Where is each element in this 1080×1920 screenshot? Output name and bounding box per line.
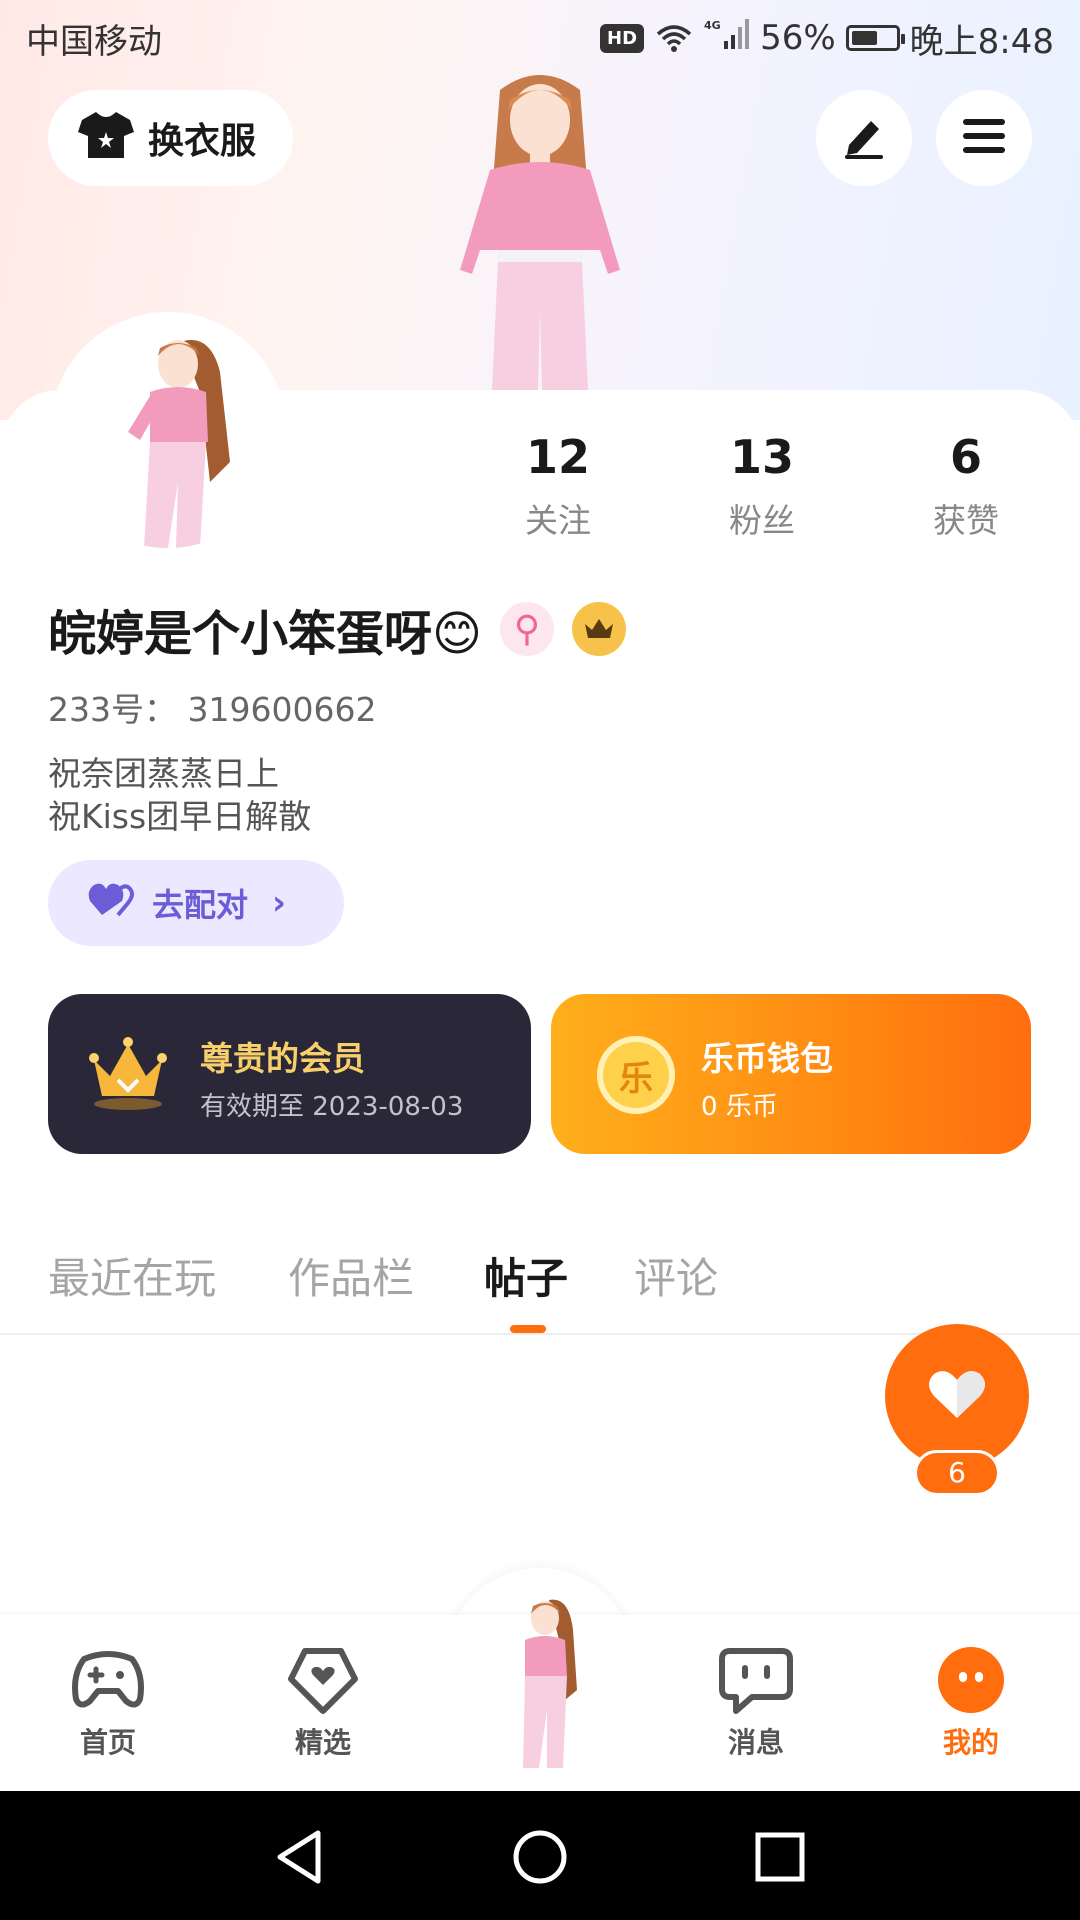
following-label: 关注	[525, 501, 591, 540]
following-stat[interactable]: 12 关注	[478, 430, 638, 542]
double-heart-icon	[88, 879, 136, 927]
system-navigation-bar	[0, 1791, 1080, 1920]
nav-messages[interactable]: 消息	[696, 1645, 816, 1761]
tab-posts[interactable]: 帖子	[484, 1245, 568, 1306]
content-tabs: 最近在玩 作品栏 帖子 评论	[0, 1245, 1080, 1335]
active-tab-indicator	[510, 1325, 546, 1333]
nav-home-label: 首页	[79, 1726, 136, 1759]
followers-stat[interactable]: 13 粉丝	[682, 430, 842, 542]
wifi-icon	[654, 23, 694, 53]
like-count-badge: 6	[914, 1450, 1000, 1496]
bio-line: 祝Kiss团早日解散	[48, 797, 312, 836]
followers-count: 13	[729, 430, 794, 484]
likes-count: 6	[949, 430, 982, 484]
nickname-row: 皖婷是个小笨蛋呀😊 ⚲	[48, 594, 627, 664]
coin-wallet-card[interactable]: 乐 乐币钱包 0 乐币	[551, 994, 1031, 1154]
svg-text:4G: 4G	[704, 19, 721, 32]
vip-crown-icon[interactable]	[572, 602, 627, 656]
user-avatar[interactable]	[50, 312, 286, 548]
nav-mine[interactable]: 我的	[911, 1645, 1031, 1761]
tab-works[interactable]: 作品栏	[288, 1245, 414, 1306]
recents-icon[interactable]	[750, 1827, 810, 1887]
profile-face-icon	[933, 1647, 1009, 1719]
likes-label: 获赞	[933, 501, 999, 540]
tab-recently-played[interactable]: 最近在玩	[48, 1245, 216, 1306]
chat-bubble-icon	[718, 1648, 794, 1719]
menu-button[interactable]	[936, 90, 1032, 186]
pen-icon	[839, 111, 889, 165]
change-outfit-label: 换衣服	[148, 121, 257, 162]
wallet-balance: 0 乐币	[701, 1092, 778, 1122]
edit-profile-button[interactable]	[816, 90, 912, 186]
heart-icon	[928, 1368, 986, 1424]
home-icon[interactable]	[510, 1827, 570, 1887]
bio: 祝奈团蒸蒸日上 祝Kiss团早日解散	[48, 752, 311, 838]
vip-expiry: 有效期至 2023-08-03	[200, 1092, 464, 1122]
nav-messages-label: 消息	[727, 1726, 784, 1759]
heart-shield-icon	[285, 1648, 361, 1719]
chevron-right-icon: ›	[272, 883, 287, 923]
hamburger-menu-icon	[959, 111, 1009, 165]
gamepad-icon	[70, 1651, 146, 1719]
carrier-name: 中国移动	[26, 21, 162, 62]
female-gender-icon: ⚲	[500, 602, 555, 656]
likes-stat[interactable]: 6 获赞	[886, 430, 1046, 542]
user-id: 233号： 319600662	[48, 690, 377, 729]
bio-line: 祝奈团蒸蒸日上	[48, 754, 279, 793]
following-count: 12	[525, 430, 590, 484]
nav-mine-label: 我的	[942, 1726, 999, 1759]
back-icon[interactable]	[270, 1827, 330, 1887]
vip-title: 尊贵的会员	[200, 1039, 365, 1078]
like-fab-button[interactable]	[885, 1324, 1029, 1468]
gold-crown-icon	[88, 1036, 168, 1112]
tshirt-icon	[78, 108, 134, 169]
vip-membership-card[interactable]: 尊贵的会员 有效期至 2023-08-03	[48, 994, 531, 1154]
tab-comments[interactable]: 评论	[634, 1245, 718, 1306]
nav-featured-label: 精选	[294, 1726, 351, 1759]
clock: 晚上8:48	[909, 21, 1054, 62]
nav-home[interactable]: 首页	[48, 1645, 168, 1761]
avatar-3d-character[interactable]	[430, 70, 650, 390]
hd-icon: HD	[600, 23, 645, 53]
change-outfit-button[interactable]: 换衣服	[48, 90, 293, 186]
go-match-label: 去配对	[152, 886, 249, 924]
coin-icon: 乐	[597, 1036, 675, 1114]
wallet-title: 乐币钱包	[701, 1039, 833, 1078]
nickname: 皖婷是个小笨蛋呀😊	[48, 606, 483, 662]
followers-label: 粉丝	[729, 501, 795, 540]
center-avatar-button[interactable]	[473, 1590, 607, 1770]
battery-icon	[845, 25, 905, 51]
battery-percent: 56%	[760, 18, 836, 58]
status-bar: 中国移动 HD 4G 56% 晚上8:48	[0, 0, 1080, 76]
go-match-button[interactable]: 去配对 ›	[48, 860, 344, 946]
nav-featured[interactable]: 精选	[263, 1645, 383, 1761]
cellular-signal-icon: 4G	[704, 17, 750, 60]
